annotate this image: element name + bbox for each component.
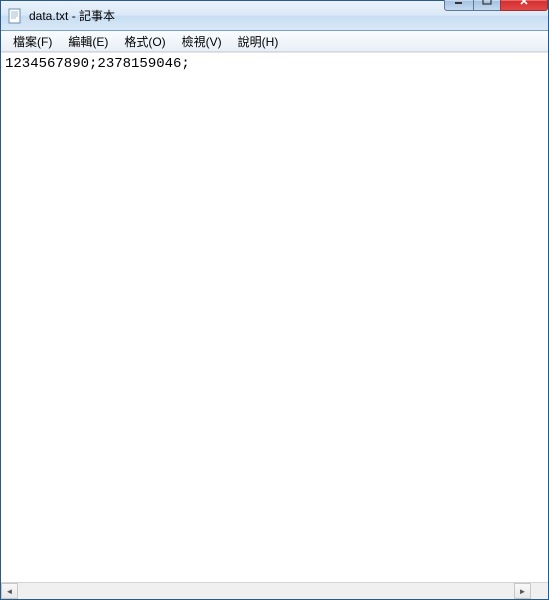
menu-help[interactable]: 說明(H) bbox=[230, 31, 287, 52]
chevron-left-icon: ◄ bbox=[6, 587, 14, 596]
notepad-window: data.txt - 記事本 檔案(F) 編輯(E) 格式(O) 檢視(V) 說… bbox=[0, 0, 549, 600]
menubar: 檔案(F) 編輯(E) 格式(O) 檢視(V) 說明(H) bbox=[1, 31, 548, 52]
text-content[interactable]: 1234567890;2378159046; bbox=[1, 53, 548, 582]
chevron-right-icon: ► bbox=[519, 587, 527, 596]
menu-edit[interactable]: 編輯(E) bbox=[60, 31, 116, 52]
titlebar[interactable]: data.txt - 記事本 bbox=[1, 1, 548, 31]
menu-file[interactable]: 檔案(F) bbox=[5, 31, 60, 52]
menu-format[interactable]: 格式(O) bbox=[116, 31, 173, 52]
scroll-right-button[interactable]: ► bbox=[514, 583, 531, 599]
window-controls bbox=[445, 0, 548, 11]
scroll-left-button[interactable]: ◄ bbox=[1, 583, 18, 599]
maximize-button[interactable] bbox=[473, 0, 501, 11]
editor-area[interactable]: 1234567890;2378159046; bbox=[1, 52, 548, 582]
scroll-track[interactable] bbox=[18, 583, 514, 599]
horizontal-scrollbar[interactable]: ◄ ► bbox=[1, 582, 548, 599]
scroll-corner bbox=[531, 583, 548, 599]
notepad-icon bbox=[7, 8, 23, 24]
menu-view[interactable]: 檢視(V) bbox=[174, 31, 230, 52]
close-button[interactable] bbox=[500, 0, 548, 11]
minimize-button[interactable] bbox=[444, 0, 474, 11]
window-title: data.txt - 記事本 bbox=[29, 7, 445, 24]
